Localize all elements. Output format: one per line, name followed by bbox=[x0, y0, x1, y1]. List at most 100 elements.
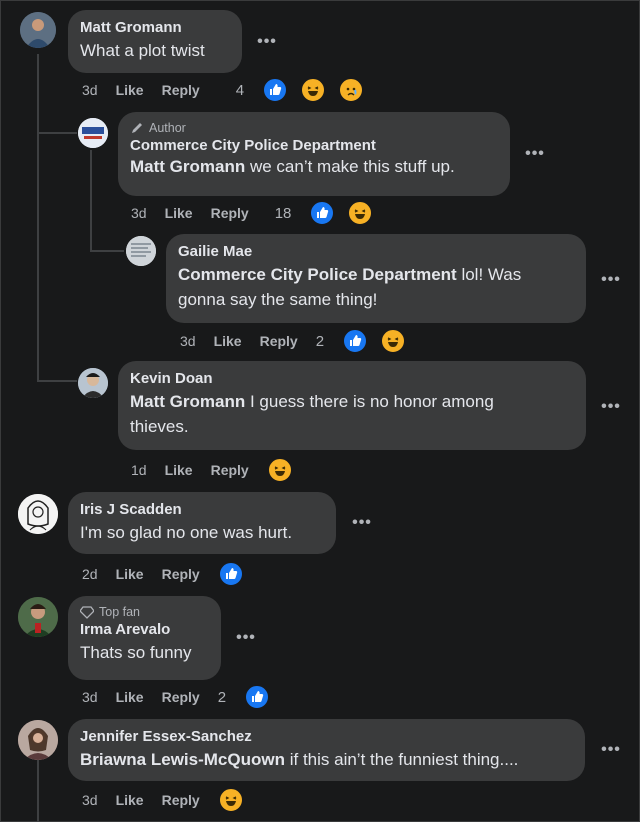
reaction-summary[interactable] bbox=[266, 457, 311, 483]
comment-bubble: Iris J Scadden I'm so glad no one was hu… bbox=[68, 492, 336, 554]
like-button[interactable]: Like bbox=[116, 566, 144, 582]
comment-bubble: Author Commerce City Police Department M… bbox=[118, 112, 510, 196]
timestamp[interactable]: 3d bbox=[180, 333, 196, 349]
thread-branch bbox=[90, 250, 124, 252]
reaction-summary[interactable] bbox=[217, 787, 262, 813]
comment-text-line2: thieves. bbox=[130, 417, 189, 436]
comment-bubble: Kevin Doan Matt Gromann I guess there is… bbox=[118, 361, 586, 450]
more-options-icon[interactable]: ••• bbox=[520, 146, 550, 162]
mention-link[interactable]: Matt Gromann bbox=[130, 157, 245, 176]
comment-actions: 3d Like Reply 2 bbox=[82, 684, 288, 710]
avatar[interactable] bbox=[78, 118, 108, 148]
comment-bubble: Jennifer Essex-Sanchez Briawna Lewis-McQ… bbox=[68, 719, 585, 781]
reply-button[interactable]: Reply bbox=[211, 205, 249, 221]
haha-icon bbox=[217, 787, 244, 813]
comment-actions: 3d Like Reply 2 bbox=[180, 328, 424, 354]
more-options-icon[interactable]: ••• bbox=[252, 34, 282, 50]
reaction-summary[interactable] bbox=[217, 561, 262, 587]
pencil-icon bbox=[132, 123, 142, 133]
timestamp[interactable]: 2d bbox=[82, 566, 98, 582]
reaction-count: 2 bbox=[217, 688, 227, 706]
comment-text: Matt Gromann I guess there is no honor a… bbox=[130, 389, 574, 414]
avatar[interactable] bbox=[20, 12, 56, 48]
like-button[interactable]: Like bbox=[165, 205, 193, 221]
haha-icon bbox=[266, 457, 293, 483]
comment-body: we can’t make this stuff up. bbox=[249, 157, 455, 176]
sad-icon bbox=[338, 77, 365, 103]
more-options-icon[interactable]: ••• bbox=[596, 742, 626, 758]
reaction-count: 18 bbox=[274, 204, 292, 222]
reaction-summary[interactable]: 2 bbox=[316, 328, 424, 354]
reply-button[interactable]: Reply bbox=[211, 462, 249, 478]
reply-button[interactable]: Reply bbox=[162, 82, 200, 98]
haha-icon bbox=[300, 77, 327, 103]
comment-bubble: Top fan Irma Arevalo Thats so funny bbox=[68, 596, 221, 680]
more-options-icon[interactable]: ••• bbox=[596, 399, 626, 415]
avatar[interactable] bbox=[18, 720, 58, 760]
comment-body: if this ain’t the funniest thing.... bbox=[289, 750, 519, 769]
author-name[interactable]: Iris J Scadden bbox=[80, 500, 324, 520]
timestamp[interactable]: 3d bbox=[131, 205, 147, 221]
mention-link[interactable]: Briawna Lewis-McQuown bbox=[80, 750, 285, 769]
reply-button[interactable]: Reply bbox=[260, 333, 298, 349]
comment-bubble: Gailie Mae Commerce City Police Departme… bbox=[166, 234, 586, 323]
reply-button[interactable]: Reply bbox=[162, 566, 200, 582]
top-fan-label: Top fan bbox=[99, 605, 141, 619]
like-icon bbox=[244, 684, 271, 710]
like-button[interactable]: Like bbox=[116, 82, 144, 98]
like-icon bbox=[309, 200, 336, 226]
thread-branch bbox=[37, 132, 77, 134]
comment-text: Briawna Lewis-McQuown if this ain’t the … bbox=[80, 747, 573, 772]
thread-branch bbox=[37, 380, 77, 382]
timestamp[interactable]: 3d bbox=[82, 689, 98, 705]
reply-button[interactable]: Reply bbox=[162, 792, 200, 808]
author-name[interactable]: Jennifer Essex-Sanchez bbox=[80, 727, 573, 747]
comment-text-line2: gonna say the same thing! bbox=[178, 290, 378, 309]
avatar[interactable] bbox=[18, 597, 58, 637]
reaction-summary[interactable]: 18 bbox=[275, 200, 392, 226]
more-options-icon[interactable]: ••• bbox=[231, 630, 261, 646]
reaction-count: 4 bbox=[235, 81, 245, 99]
author-name[interactable]: Gailie Mae bbox=[178, 242, 574, 262]
reaction-count: 2 bbox=[315, 332, 325, 350]
like-icon bbox=[342, 328, 369, 354]
comment-actions: 2d Like Reply bbox=[82, 561, 262, 587]
more-options-icon[interactable]: ••• bbox=[596, 272, 626, 288]
author-name[interactable]: Matt Gromann bbox=[80, 18, 230, 38]
author-badge-label: Author bbox=[149, 121, 186, 135]
avatar[interactable] bbox=[126, 236, 156, 266]
top-fan-badge: Top fan bbox=[80, 604, 209, 620]
haha-icon bbox=[347, 200, 374, 226]
reaction-summary[interactable]: 4 bbox=[236, 77, 382, 103]
timestamp[interactable]: 1d bbox=[131, 462, 147, 478]
author-badge: Author bbox=[130, 120, 498, 136]
like-button[interactable]: Like bbox=[165, 462, 193, 478]
reaction-summary[interactable]: 2 bbox=[218, 684, 288, 710]
timestamp[interactable]: 3d bbox=[82, 792, 98, 808]
comment-text: Matt Gromann we can’t make this stuff up… bbox=[130, 154, 498, 179]
author-name[interactable]: Commerce City Police Department bbox=[130, 136, 498, 156]
author-name[interactable]: Irma Arevalo bbox=[80, 620, 209, 640]
avatar[interactable] bbox=[18, 494, 58, 534]
thread-line bbox=[37, 54, 39, 380]
haha-icon bbox=[380, 328, 407, 354]
reply-button[interactable]: Reply bbox=[162, 689, 200, 705]
comment-text: Thats so funny bbox=[80, 643, 192, 662]
comment-actions: 3d Like Reply bbox=[82, 787, 262, 813]
comment-text: I'm so glad no one was hurt. bbox=[80, 523, 293, 542]
comment-text: What a plot twist bbox=[80, 41, 205, 60]
comment-body: lol! Was bbox=[461, 265, 522, 284]
timestamp[interactable]: 3d bbox=[82, 82, 98, 98]
thread-line bbox=[90, 150, 92, 250]
like-button[interactable]: Like bbox=[116, 792, 144, 808]
like-button[interactable]: Like bbox=[214, 333, 242, 349]
comment-text: Commerce City Police Department lol! Was bbox=[178, 262, 574, 287]
mention-link[interactable]: Matt Gromann bbox=[130, 392, 245, 411]
avatar[interactable] bbox=[78, 368, 108, 398]
mention-link[interactable]: Commerce City Police Department bbox=[178, 265, 457, 284]
author-name[interactable]: Kevin Doan bbox=[130, 369, 574, 389]
diamond-icon bbox=[80, 606, 94, 619]
more-options-icon[interactable]: ••• bbox=[347, 515, 377, 531]
like-button[interactable]: Like bbox=[116, 689, 144, 705]
comment-body: I guess there is no honor among bbox=[249, 392, 494, 411]
